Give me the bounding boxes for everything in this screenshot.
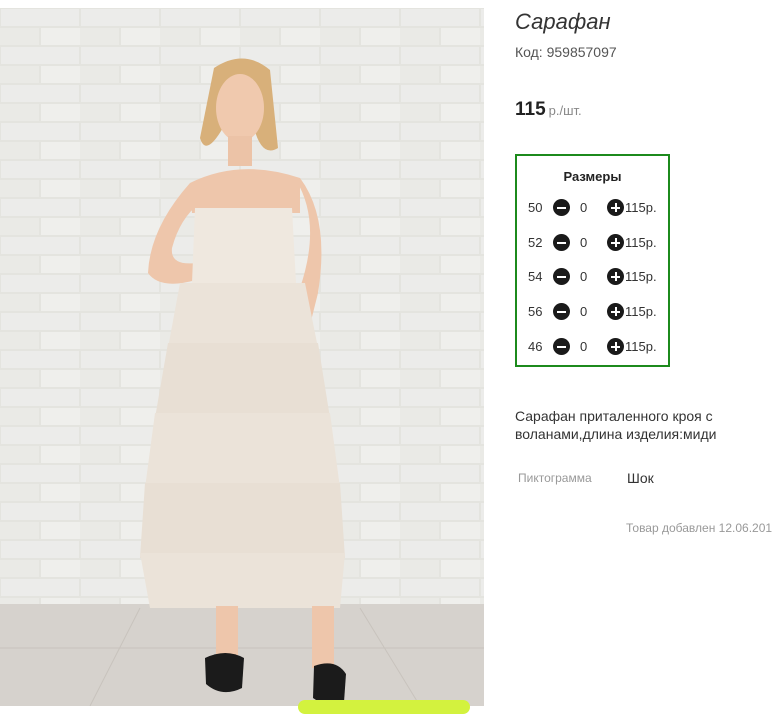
size-label: 56 xyxy=(528,304,543,319)
product-photo[interactable] xyxy=(0,8,484,706)
size-price: 115р. xyxy=(625,235,657,250)
plus-circle-icon[interactable] xyxy=(607,199,624,216)
action-banner-edge[interactable] xyxy=(298,700,470,714)
attribute-value: Шок xyxy=(627,470,654,486)
minus-circle-icon[interactable] xyxy=(553,338,570,355)
size-price: 115р. xyxy=(625,269,657,284)
plus-circle-icon[interactable] xyxy=(607,303,624,320)
size-quantity[interactable]: 0 xyxy=(580,269,587,284)
size-row: 52 0 115р. xyxy=(527,233,667,253)
size-row: 50 0 115р. xyxy=(527,198,667,218)
product-code-label: Код: xyxy=(515,44,543,60)
attribute-name: Пиктограмма xyxy=(518,471,592,485)
minus-circle-icon[interactable] xyxy=(553,303,570,320)
size-label: 50 xyxy=(528,200,543,215)
size-row: 46 0 115р. xyxy=(527,337,667,357)
product-photo-illustration xyxy=(0,8,484,706)
price-value: 115 xyxy=(515,99,546,120)
minus-circle-icon[interactable] xyxy=(553,268,570,285)
price-unit: р./шт. xyxy=(548,103,582,118)
product-title: Сарафан xyxy=(515,9,611,34)
plus-circle-icon[interactable] xyxy=(607,234,624,251)
size-row: 54 0 115р. xyxy=(527,267,667,287)
sizes-title: Размеры xyxy=(563,169,622,184)
added-date: Товар добавлен 12.06.201 xyxy=(626,521,773,535)
sizes-panel: Размеры 50 0 115р. 52 0 115р. 54 0 115р.… xyxy=(515,154,670,367)
product-code: Код: 959857097 xyxy=(515,44,617,60)
size-quantity[interactable]: 0 xyxy=(580,200,587,215)
product-price: 115 р./шт. xyxy=(515,99,582,121)
minus-circle-icon[interactable] xyxy=(553,199,570,216)
size-quantity[interactable]: 0 xyxy=(580,304,587,319)
size-quantity[interactable]: 0 xyxy=(580,339,587,354)
size-price: 115р. xyxy=(625,339,657,354)
size-row: 56 0 115р. xyxy=(527,302,667,322)
plus-circle-icon[interactable] xyxy=(607,338,624,355)
minus-circle-icon[interactable] xyxy=(553,234,570,251)
product-description: Сарафан приталенного кроя с воланами,дли… xyxy=(515,408,717,442)
product-code-value: 959857097 xyxy=(546,44,617,60)
size-label: 54 xyxy=(528,269,543,284)
size-quantity[interactable]: 0 xyxy=(580,235,587,250)
size-label: 46 xyxy=(528,339,543,354)
size-price: 115р. xyxy=(625,200,657,215)
size-label: 52 xyxy=(528,235,543,250)
plus-circle-icon[interactable] xyxy=(607,268,624,285)
size-price: 115р. xyxy=(625,304,657,319)
